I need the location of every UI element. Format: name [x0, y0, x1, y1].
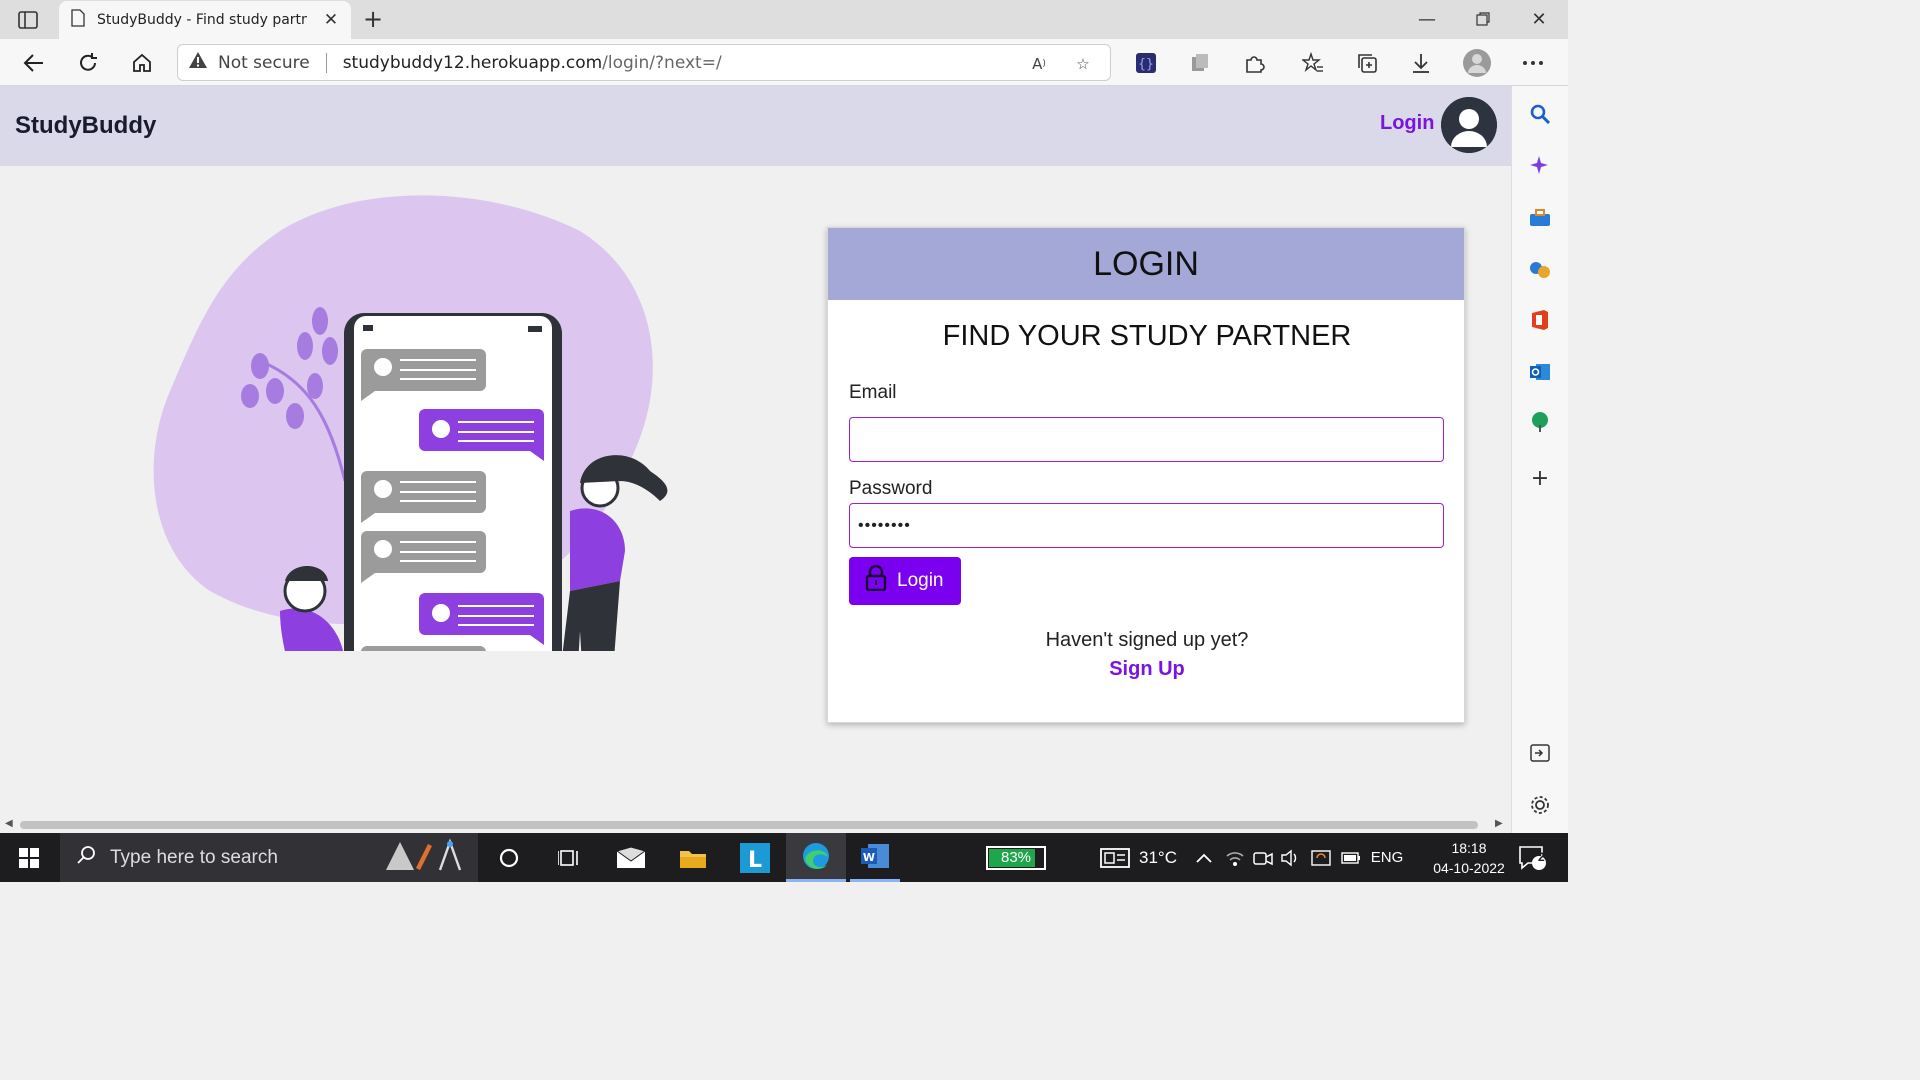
notifications-icon[interactable]: 2	[1512, 833, 1552, 882]
clock-date: 04-10-2022	[1433, 859, 1505, 876]
security-indicator[interactable]: Not secure	[188, 51, 310, 74]
card-header: LOGIN	[828, 228, 1464, 300]
page-icon	[71, 9, 85, 31]
tab-actions-icon[interactable]	[16, 8, 40, 32]
word-icon[interactable]: W	[850, 833, 900, 882]
wifi-icon[interactable]	[1224, 833, 1246, 882]
new-tab-icon[interactable]: +	[360, 5, 386, 33]
svg-text:L: L	[748, 848, 762, 873]
email-field[interactable]	[849, 417, 1444, 462]
browser-toolbar: Not secure studybuddy12.herokuapp.com/lo…	[0, 39, 1568, 86]
edge-sidebar: +	[1511, 86, 1568, 833]
games-icon[interactable]	[1528, 258, 1552, 282]
site-brand[interactable]: StudyBuddy	[15, 112, 156, 140]
chat-illustration	[130, 191, 670, 730]
collections-icon[interactable]	[1355, 51, 1379, 75]
sync-icon[interactable]	[1310, 833, 1332, 882]
warning-icon	[188, 51, 208, 74]
search-highlight-icon	[380, 837, 466, 878]
battery-indicator[interactable]: 83%	[983, 833, 1049, 882]
login-card: LOGIN FIND YOUR STUDY PARTNER Email Pass…	[827, 227, 1465, 723]
scroll-thumb[interactable]	[20, 821, 1478, 829]
language-indicator[interactable]: ENG	[1370, 833, 1404, 882]
edge-browser-icon[interactable]	[786, 833, 846, 882]
close-window-icon[interactable]: ✕	[1524, 6, 1554, 32]
battery-percent: 83%	[1000, 848, 1032, 866]
weather-icon[interactable]	[1098, 833, 1132, 882]
browser-tab[interactable]: StudyBuddy - Find study partner ✕	[59, 1, 351, 39]
file-explorer-icon[interactable]	[672, 833, 714, 882]
notification-count: 2	[1538, 850, 1545, 864]
scroll-right-icon[interactable]: ▶	[1495, 818, 1503, 829]
cortana-icon[interactable]	[490, 833, 528, 882]
copilot-sparkle-icon[interactable]	[1528, 154, 1552, 178]
email-label: Email	[849, 382, 897, 403]
site-navbar: StudyBuddy Login	[0, 86, 1511, 166]
meet-now-icon[interactable]	[1252, 833, 1274, 882]
outlook-icon[interactable]	[1528, 360, 1552, 384]
extension-copy-icon[interactable]	[1188, 51, 1212, 75]
restore-icon[interactable]	[1468, 6, 1498, 32]
taskbar-search-icon	[76, 845, 96, 871]
svg-text:{}: {}	[1138, 57, 1154, 72]
signup-prompt: Haven't signed up yet?	[1045, 629, 1249, 651]
add-sidebar-app-icon[interactable]: +	[1528, 466, 1552, 491]
address-bar[interactable]: Not secure studybuddy12.herokuapp.com/lo…	[177, 44, 1111, 81]
profile-avatar-icon[interactable]	[1462, 48, 1492, 78]
security-label: Not secure	[218, 52, 310, 73]
back-icon[interactable]	[19, 48, 49, 78]
launcher-l-icon[interactable]: L	[734, 833, 776, 882]
refresh-icon[interactable]	[73, 48, 103, 78]
card-subtitle: FIND YOUR STUDY PARTNER	[942, 320, 1352, 352]
show-hidden-icons-icon[interactable]	[1193, 833, 1215, 882]
taskbar-search[interactable]: Type here to search	[60, 833, 478, 882]
hide-sidebar-icon[interactable]	[1528, 741, 1552, 765]
horizontal-scrollbar[interactable]: ◀ ▶	[0, 816, 1511, 833]
battery-tray-icon[interactable]	[1340, 833, 1362, 882]
scroll-left-icon[interactable]: ◀	[5, 818, 13, 829]
svg-text:W: W	[863, 851, 875, 864]
clock-time: 18:18	[1451, 839, 1487, 856]
login-button-label: Login	[897, 570, 944, 591]
login-submit-button[interactable]: Login	[849, 557, 961, 605]
add-favorite-icon[interactable]: ☆	[1072, 53, 1094, 75]
read-aloud-icon[interactable]: A)	[1028, 53, 1050, 75]
windows-start-icon[interactable]	[0, 833, 58, 882]
extension-braces-icon[interactable]: {}	[1134, 51, 1158, 75]
browser-tab-bar: StudyBuddy - Find study partner ✕ + — ✕	[0, 0, 1568, 39]
search-icon[interactable]	[1528, 102, 1552, 126]
nav-login-link[interactable]: Login	[1380, 112, 1434, 135]
task-view-icon[interactable]	[550, 833, 588, 882]
password-field[interactable]: ••••••••	[849, 503, 1444, 548]
close-tab-icon[interactable]: ✕	[321, 10, 341, 30]
mail-icon[interactable]	[610, 833, 652, 882]
settings-gear-icon[interactable]	[1528, 793, 1552, 817]
home-icon[interactable]	[127, 48, 157, 78]
favorites-icon[interactable]	[1301, 51, 1325, 75]
url-text: studybuddy12.herokuapp.com/login/?next=/	[342, 52, 722, 73]
tab-title: StudyBuddy - Find study partner	[97, 12, 307, 28]
signup-link[interactable]: Sign Up	[828, 658, 1466, 681]
lock-icon	[865, 564, 887, 597]
minimize-icon[interactable]: —	[1412, 6, 1442, 32]
clock[interactable]: 18:18 04-10-2022	[1430, 833, 1508, 882]
downloads-icon[interactable]	[1409, 51, 1433, 75]
extensions-icon[interactable]	[1242, 51, 1266, 75]
taskbar-search-placeholder: Type here to search	[110, 846, 278, 868]
tree-icon[interactable]	[1528, 410, 1552, 434]
windows-taskbar: Type here to search L W 83% 31°C ENG 18:…	[0, 833, 1568, 882]
office-icon[interactable]	[1528, 308, 1552, 332]
page-viewport: StudyBuddy Login LOGIN FIND YOUR STUDY P…	[0, 86, 1511, 816]
more-options-icon[interactable]	[1521, 51, 1545, 75]
user-avatar[interactable]	[1441, 97, 1497, 153]
volume-icon[interactable]	[1280, 833, 1302, 882]
tools-icon[interactable]	[1528, 206, 1552, 230]
temperature[interactable]: 31°C	[1136, 833, 1180, 882]
password-label: Password	[849, 478, 933, 499]
